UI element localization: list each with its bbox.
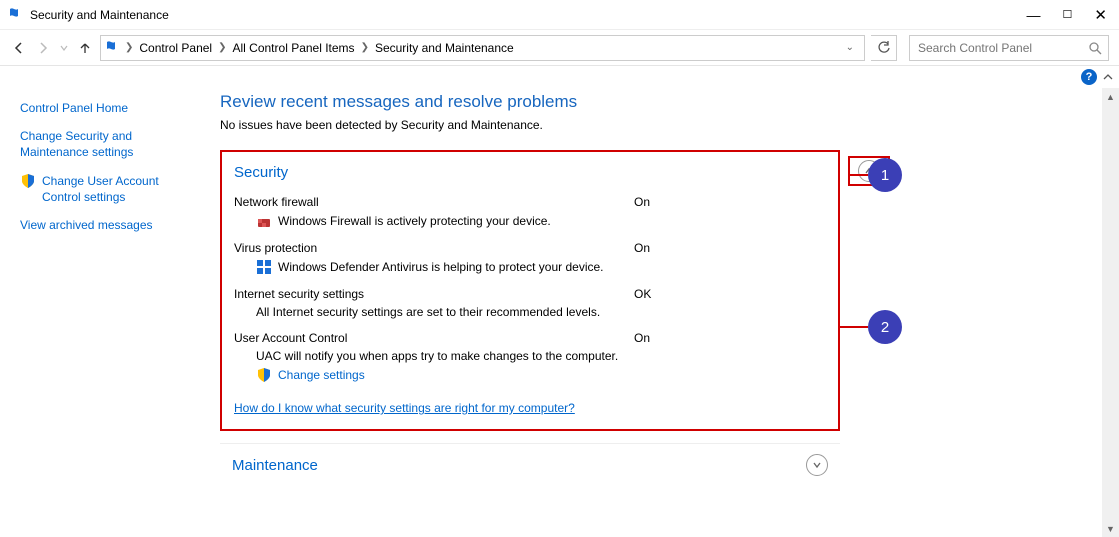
- address-bar[interactable]: ❯ Control Panel ❯ All Control Panel Item…: [100, 35, 865, 61]
- search-icon: [1088, 41, 1102, 55]
- sidebar-item-home[interactable]: Control Panel Home: [20, 100, 200, 116]
- minimize-button[interactable]: —: [1027, 7, 1041, 23]
- defender-icon: [256, 259, 272, 275]
- search-box[interactable]: [909, 35, 1109, 61]
- help-icon[interactable]: ?: [1081, 69, 1097, 85]
- forward-button[interactable]: [34, 39, 52, 57]
- security-header[interactable]: Security: [234, 160, 826, 189]
- flag-icon: [8, 7, 24, 23]
- close-button[interactable]: ✕: [1094, 6, 1107, 24]
- row-virus: Virus protection On Windows Defender Ant…: [234, 241, 826, 275]
- sidebar-item-label: Change User Account Control settings: [42, 173, 200, 205]
- row-firewall: Network firewall On Windows Firewall is …: [234, 195, 826, 229]
- callout-1: 1: [848, 158, 902, 192]
- row-label: Network firewall: [234, 195, 634, 209]
- maintenance-header[interactable]: Maintenance: [220, 443, 840, 486]
- window-controls: — ☐ ✕: [1027, 6, 1111, 24]
- row-internet-security: Internet security settings OK All Intern…: [234, 287, 826, 319]
- callout-bubble: 2: [868, 310, 902, 344]
- breadcrumb-item[interactable]: Control Panel: [137, 41, 214, 55]
- sidebar-item-archived[interactable]: View archived messages: [20, 217, 200, 233]
- sidebar-item-uac-settings[interactable]: Change User Account Control settings: [20, 173, 200, 205]
- chevron-down-icon: [812, 460, 822, 470]
- sidebar: Control Panel Home Change Security and M…: [0, 88, 210, 537]
- maximize-button[interactable]: ☐: [1063, 8, 1073, 21]
- content-area: Control Panel Home Change Security and M…: [0, 88, 1119, 537]
- page-subtext: No issues have been detected by Security…: [220, 118, 1099, 132]
- page-heading: Review recent messages and resolve probl…: [220, 92, 1099, 112]
- shield-icon: [256, 367, 272, 383]
- row-label: Virus protection: [234, 241, 634, 255]
- callout-2: 2: [838, 310, 902, 344]
- breadcrumb-item[interactable]: All Control Panel Items: [231, 41, 357, 55]
- address-dropdown[interactable]: ⌄: [840, 42, 860, 53]
- flag-icon: [105, 40, 121, 56]
- back-button[interactable]: [10, 39, 28, 57]
- navbar: ❯ Control Panel ❯ All Control Panel Item…: [0, 30, 1119, 66]
- uac-change-settings-link[interactable]: Change settings: [278, 368, 365, 382]
- row-detail: Windows Defender Antivirus is helping to…: [278, 260, 604, 274]
- titlebar: Security and Maintenance — ☐ ✕: [0, 0, 1119, 30]
- chevron-up-icon[interactable]: [1103, 72, 1113, 82]
- main-panel: Review recent messages and resolve probl…: [210, 88, 1119, 537]
- refresh-button[interactable]: [871, 35, 897, 61]
- row-detail: Windows Firewall is actively protecting …: [278, 214, 551, 228]
- window-title: Security and Maintenance: [30, 8, 169, 22]
- chevron-right-icon: ❯: [216, 42, 228, 53]
- row-status: OK: [634, 287, 694, 301]
- sidebar-item-change-sm-settings[interactable]: Change Security and Maintenance settings: [20, 128, 200, 160]
- security-title: Security: [234, 164, 826, 181]
- row-detail: UAC will notify you when apps try to mak…: [256, 349, 618, 363]
- expand-maintenance-button[interactable]: [806, 454, 828, 476]
- row-status: On: [634, 195, 694, 209]
- search-input[interactable]: [916, 40, 1088, 56]
- row-label: Internet security settings: [234, 287, 634, 301]
- recent-dropdown[interactable]: [58, 39, 70, 57]
- security-panel: Security Network firewall On Windows Fir…: [220, 150, 840, 431]
- maintenance-title: Maintenance: [232, 457, 806, 474]
- security-help-link[interactable]: How do I know what security settings are…: [234, 401, 575, 415]
- row-detail: All Internet security settings are set t…: [256, 305, 600, 319]
- chevron-right-icon: ❯: [123, 42, 135, 53]
- help-bar: ?: [0, 66, 1119, 88]
- breadcrumb-item[interactable]: Security and Maintenance: [373, 41, 516, 55]
- firewall-icon: [256, 213, 272, 229]
- callout-bubble: 1: [868, 158, 902, 192]
- row-uac: User Account Control On UAC will notify …: [234, 331, 826, 383]
- up-button[interactable]: [76, 39, 94, 57]
- row-status: On: [634, 331, 694, 345]
- shield-icon: [20, 173, 36, 189]
- row-label: User Account Control: [234, 331, 634, 345]
- chevron-right-icon: ❯: [359, 42, 371, 53]
- row-status: On: [634, 241, 694, 255]
